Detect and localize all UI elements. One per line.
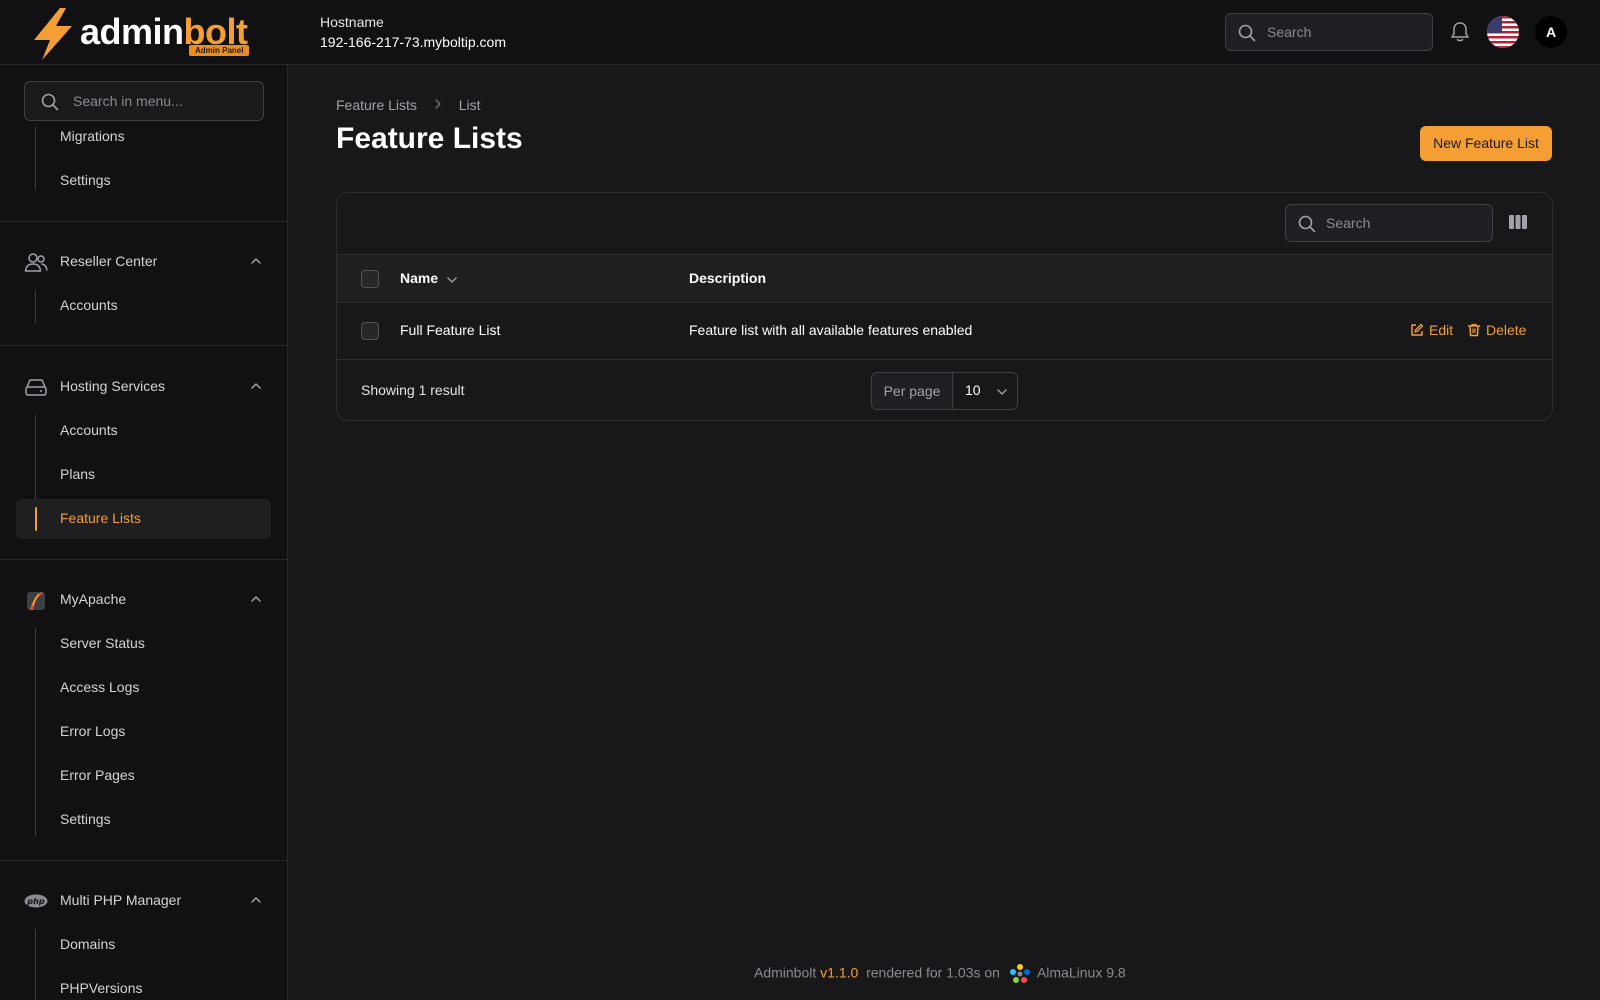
chevron-up-icon <box>251 897 261 903</box>
hostname-block: Hostname 192-166-217-73.myboltip.com <box>320 12 506 52</box>
row-description: Feature list with all available features… <box>689 322 973 338</box>
breadcrumb-feature-lists[interactable]: Feature Lists <box>336 97 417 113</box>
us-flag-language-icon[interactable] <box>1487 16 1519 48</box>
per-page-label: Per page <box>872 373 953 409</box>
user-avatar[interactable]: A <box>1535 16 1567 48</box>
sidebar-item-access-logs[interactable]: Access Logs <box>16 668 271 708</box>
admin-panel-badge: Admin Panel <box>189 45 250 56</box>
menu-search-placeholder: Search in menu... <box>73 93 183 109</box>
feature-lists-table-card: Search Name Description Full Feature Lis… <box>336 192 1553 421</box>
server-icon <box>25 379 47 396</box>
sidebar: Search in menu... Migrations Settings Re… <box>0 65 288 1000</box>
page-title: Feature Lists <box>336 122 523 155</box>
per-page-value[interactable]: 10 <box>965 382 981 398</box>
svg-text:php: php <box>26 897 44 906</box>
select-all-checkbox[interactable] <box>361 270 379 288</box>
sidebar-divider <box>0 345 287 346</box>
sidebar-item-error-pages[interactable]: Error Pages <box>16 756 271 796</box>
almalinux-logo-icon <box>1009 964 1030 983</box>
page-footer: Adminbolt v1.1.0 rendered for 1.03s on A… <box>754 962 1126 986</box>
delete-button[interactable]: Delete <box>1486 322 1526 338</box>
sidebar-group-reseller-center[interactable]: Reseller Center <box>16 242 271 282</box>
global-search-input[interactable]: Search <box>1225 13 1433 51</box>
table-footer: Showing 1 result Per page 10 <box>337 360 1552 420</box>
sidebar-group-label: Multi PHP Manager <box>60 892 182 908</box>
per-page-select[interactable]: Per page 10 <box>871 372 1018 410</box>
sidebar-item-plans[interactable]: Plans <box>16 455 271 495</box>
sidebar-item-migrations[interactable]: Migrations <box>16 117 271 157</box>
sidebar-item-reseller-accounts[interactable]: Accounts <box>16 286 271 326</box>
new-feature-list-button[interactable]: New Feature List <box>1420 126 1552 161</box>
search-icon <box>1238 24 1256 42</box>
sidebar-group-multi-php-manager[interactable]: php Multi PHP Manager <box>16 881 271 921</box>
chevron-up-icon <box>251 258 261 264</box>
sidebar-item-php-versions[interactable]: PHPVersions <box>16 969 271 1000</box>
chevron-down-icon[interactable] <box>446 274 458 286</box>
bolt-logo-icon <box>34 8 72 60</box>
hostname-value: 192-166-217-73.myboltip.com <box>320 34 506 50</box>
menu-search-input[interactable]: Search in menu... <box>24 81 264 121</box>
footer-version[interactable]: v1.1.0 <box>820 965 858 981</box>
chevron-up-icon <box>251 596 261 602</box>
sidebar-divider <box>0 559 287 560</box>
results-count: Showing 1 result <box>361 382 465 398</box>
chevron-down-icon <box>997 389 1007 395</box>
search-icon <box>1298 215 1316 233</box>
hostname-label: Hostname <box>320 14 384 30</box>
sidebar-item-php-domains[interactable]: Domains <box>16 925 271 965</box>
table-search-input[interactable]: Search <box>1285 204 1493 242</box>
row-checkbox[interactable] <box>361 322 379 340</box>
adminbolt-logo[interactable]: adminbolt Admin Panel <box>30 6 260 60</box>
column-header-description: Description <box>689 270 767 286</box>
footer-os: AlmaLinux 9.8 <box>1036 964 1126 981</box>
sidebar-group-hosting-services[interactable]: Hosting Services <box>16 367 271 407</box>
chevron-up-icon <box>251 383 261 389</box>
column-header-name[interactable]: Name <box>400 270 438 286</box>
chevron-right-icon <box>433 97 443 113</box>
breadcrumb: Feature Lists List <box>336 96 481 113</box>
breadcrumb-list: List <box>458 97 481 114</box>
sidebar-item-error-logs[interactable]: Error Logs <box>16 712 271 752</box>
sidebar-item-feature-lists[interactable]: Feature Lists <box>16 499 271 539</box>
table-search-placeholder: Search <box>1326 215 1371 231</box>
sidebar-item-server-status[interactable]: Server Status <box>16 624 271 664</box>
trash-icon[interactable] <box>1467 323 1481 337</box>
footer-app: Adminbolt <box>754 964 817 981</box>
users-icon <box>24 253 48 272</box>
sidebar-group-myapache[interactable]: MyApache <box>16 580 271 620</box>
search-icon <box>41 93 59 111</box>
active-indicator <box>35 507 37 531</box>
sidebar-group-label: MyApache <box>60 591 127 607</box>
footer-rendered: rendered for 1.03s on <box>866 964 1000 981</box>
table-header: Name Description <box>337 254 1552 303</box>
php-icon: php <box>24 894 48 908</box>
table-toolbar: Search <box>337 193 1552 254</box>
sidebar-divider <box>0 221 287 222</box>
edit-button[interactable]: Edit <box>1429 322 1453 338</box>
sidebar-item-hosting-accounts[interactable]: Accounts <box>16 411 271 451</box>
topbar: adminbolt Admin Panel Hostname 192-166-2… <box>0 0 1600 65</box>
sidebar-item-settings[interactable]: Settings <box>16 161 271 201</box>
apache-feather-icon <box>27 592 45 610</box>
search-placeholder: Search <box>1267 24 1312 40</box>
sidebar-group-label: Reseller Center <box>60 253 158 269</box>
sidebar-item-apache-settings[interactable]: Settings <box>16 800 271 840</box>
row-name: Full Feature List <box>400 322 501 338</box>
edit-icon[interactable] <box>1410 323 1424 337</box>
table-row[interactable]: Full Feature List Feature list with all … <box>337 303 1552 360</box>
column-toggle-icon[interactable] <box>1508 214 1528 230</box>
notifications-bell-icon[interactable] <box>1450 21 1470 43</box>
sidebar-group-label: Hosting Services <box>60 378 166 394</box>
sidebar-divider <box>0 860 287 861</box>
